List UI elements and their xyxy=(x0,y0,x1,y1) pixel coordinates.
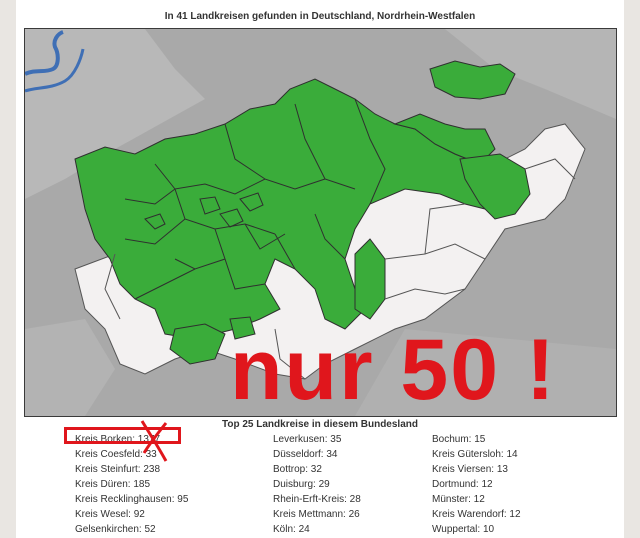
list-item[interactable]: Kreis Düren: 185 xyxy=(75,477,188,492)
list-item[interactable]: Gelsenkirchen: 52 xyxy=(75,522,188,537)
overlay-annotation: nur 50 ! xyxy=(230,322,557,417)
list-item[interactable]: Köln: 24 xyxy=(273,522,361,537)
list-item[interactable]: Kreis Mettmann: 26 xyxy=(273,507,361,522)
list-item[interactable]: Wuppertal: 10 xyxy=(432,522,521,537)
map[interactable]: nur 50 ! xyxy=(24,28,617,417)
top-list-column-3: Bochum: 15 Kreis Gütersloh: 14 Kreis Vie… xyxy=(432,432,521,537)
list-item[interactable]: Düsseldorf: 34 xyxy=(273,447,361,462)
top-list-column-2: Leverkusen: 35 Düsseldorf: 34 Bottrop: 3… xyxy=(273,432,361,537)
list-item[interactable]: Kreis Recklinghausen: 95 xyxy=(75,492,188,507)
list-item[interactable]: Münster: 12 xyxy=(432,492,521,507)
list-item[interactable]: Kreis Gütersloh: 14 xyxy=(432,447,521,462)
list-item[interactable]: Dortmund: 12 xyxy=(432,477,521,492)
list-item[interactable]: Bochum: 15 xyxy=(432,432,521,447)
list-item[interactable]: Kreis Wesel: 92 xyxy=(75,507,188,522)
list-item[interactable]: Kreis Viersen: 13 xyxy=(432,462,521,477)
list-item[interactable]: Bottrop: 32 xyxy=(273,462,361,477)
list-item[interactable]: Kreis Warendorf: 12 xyxy=(432,507,521,522)
list-item[interactable]: Rhein-Erft-Kreis: 28 xyxy=(273,492,361,507)
list-item[interactable]: Leverkusen: 35 xyxy=(273,432,361,447)
panel: In 41 Landkreisen gefunden in Deutschlan… xyxy=(16,0,624,538)
cross-out-mark-icon xyxy=(140,420,168,462)
page-title: In 41 Landkreisen gefunden in Deutschlan… xyxy=(164,11,476,22)
list-item[interactable]: Duisburg: 29 xyxy=(273,477,361,492)
